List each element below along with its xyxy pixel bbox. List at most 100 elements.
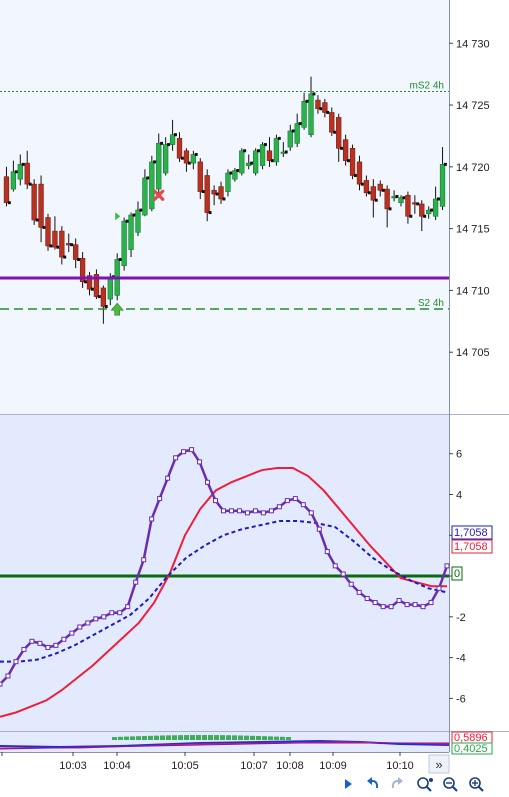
histogram-bar xyxy=(274,736,279,740)
osc-point xyxy=(173,455,179,461)
osc-point xyxy=(396,598,402,604)
candle-up xyxy=(10,171,17,190)
time-tick-label: 10:09 xyxy=(319,760,347,772)
play-icon[interactable] xyxy=(345,779,352,789)
oscillator-panel xyxy=(0,415,449,731)
osc-point xyxy=(109,610,115,616)
magnifier-lens xyxy=(417,777,429,789)
toolbar xyxy=(345,777,484,792)
osc-point xyxy=(197,459,203,465)
close-dot xyxy=(35,218,39,222)
histogram-bar xyxy=(184,735,189,740)
close-dot xyxy=(436,197,440,201)
histogram-bar xyxy=(160,735,165,740)
close-dot xyxy=(83,280,87,284)
zoom-out-icon[interactable] xyxy=(443,777,458,792)
osc-point xyxy=(444,563,450,569)
candle-down xyxy=(183,150,190,164)
close-dot xyxy=(430,208,434,212)
candle-up xyxy=(149,161,155,210)
close-dot xyxy=(298,122,302,126)
histogram-bar xyxy=(148,735,153,740)
undo-icon-head xyxy=(367,777,372,785)
close-dot xyxy=(194,152,198,156)
price-axis-bg xyxy=(449,0,509,752)
osc-point xyxy=(300,502,306,508)
close-dot xyxy=(104,304,108,308)
histogram-bar xyxy=(136,736,141,740)
osc-point xyxy=(236,508,242,514)
close-dot xyxy=(139,208,143,212)
candle-up xyxy=(163,144,169,174)
close-dot xyxy=(222,197,226,201)
osc-point xyxy=(436,585,442,591)
close-dot xyxy=(381,188,385,192)
redo-icon[interactable] xyxy=(391,777,403,789)
osc-point xyxy=(221,508,226,514)
osc-point xyxy=(125,604,131,610)
candle-up xyxy=(294,123,300,144)
close-dot xyxy=(146,176,150,180)
close-dot xyxy=(201,190,205,194)
candle-up xyxy=(239,150,245,174)
undo-icon[interactable] xyxy=(367,777,379,789)
close-dot xyxy=(63,255,67,259)
candle-up xyxy=(135,209,141,233)
sub-value-tag-text: 0,4025 xyxy=(454,743,488,755)
osc-point xyxy=(189,447,195,453)
osc-point xyxy=(284,498,290,504)
play-icon-shape xyxy=(345,779,352,789)
histogram-bar xyxy=(286,737,291,740)
zoom-reset-icon[interactable] xyxy=(417,777,433,792)
osc-point xyxy=(420,604,426,610)
candle-down xyxy=(419,203,425,217)
chart-canvas[interactable]: 14 730 14 725 14 720 14 715 14 710 14 705 mS2 … xyxy=(0,0,509,792)
osc-point xyxy=(388,604,394,610)
close-dot xyxy=(229,171,233,175)
histogram-bar xyxy=(220,735,225,740)
close-dot xyxy=(250,161,254,165)
osc-tick-label: -4 xyxy=(456,653,466,665)
histogram-bar xyxy=(202,735,207,740)
candle-down xyxy=(342,139,349,161)
osc-point xyxy=(308,510,314,516)
candle-down xyxy=(218,186,224,200)
level-label: S2 4h xyxy=(418,298,444,309)
candle-up xyxy=(301,101,307,128)
close-dot xyxy=(263,143,267,147)
zoom-in-icon[interactable] xyxy=(469,777,484,792)
candle-down xyxy=(384,188,390,210)
redo-icon-head xyxy=(398,777,403,785)
histogram-bar xyxy=(142,735,147,740)
close-dot xyxy=(125,219,129,223)
osc-point xyxy=(260,510,266,516)
close-dot xyxy=(7,201,11,205)
osc-tick-label: -2 xyxy=(456,612,466,624)
more-button-label[interactable]: » xyxy=(435,757,442,772)
close-dot xyxy=(326,110,330,114)
osc-point xyxy=(61,636,67,642)
candle-up xyxy=(107,276,113,300)
osc-point xyxy=(117,610,123,616)
osc-point xyxy=(356,589,362,595)
osc-point xyxy=(324,549,330,555)
candle-up xyxy=(17,164,23,180)
histogram-bar xyxy=(112,737,117,740)
candle-down xyxy=(3,176,10,203)
candle-down xyxy=(363,180,370,194)
price-panel xyxy=(0,0,449,414)
candle-down xyxy=(336,117,342,149)
osc-tick-label: 6 xyxy=(456,449,462,461)
histogram-bar xyxy=(130,736,135,740)
osc-point xyxy=(141,557,147,563)
price-tick-label: 14 715 xyxy=(456,224,490,236)
histogram-bar xyxy=(154,735,159,740)
time-tick-label: 10:03 xyxy=(59,760,87,772)
osc-point xyxy=(0,681,3,687)
close-dot xyxy=(173,133,177,137)
osc-point xyxy=(372,600,378,606)
candle-down xyxy=(349,147,356,176)
candle-down xyxy=(73,244,79,260)
osc-point xyxy=(165,475,171,481)
osc-point xyxy=(364,595,370,601)
